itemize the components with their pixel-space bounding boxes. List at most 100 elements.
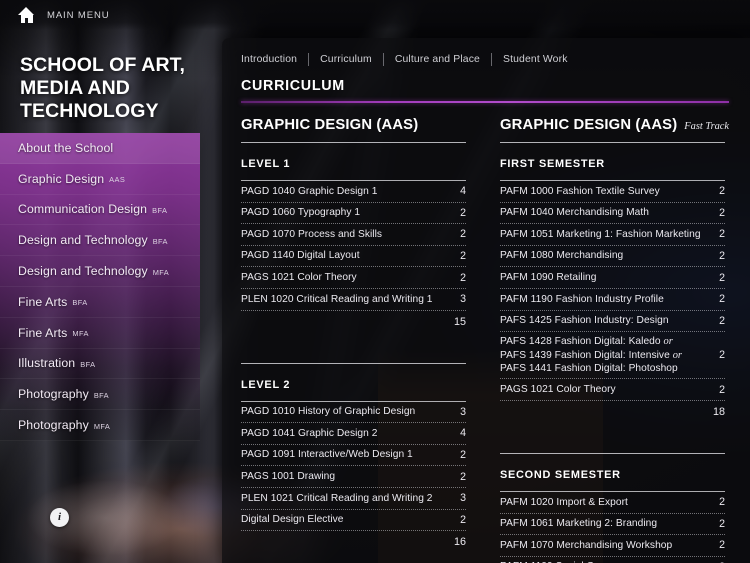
tab-culture-and-place[interactable]: Culture and Place: [384, 54, 491, 65]
course-name: PAGD 1010 History of Graphic Design: [241, 406, 416, 418]
column-subtitle: Fast Track: [684, 121, 730, 132]
course-name: PAFS 1428 Fashion Digital: Kaledo or PAFS…: [500, 336, 683, 374]
column-header: GRAPHIC DESIGN (AAS): [241, 117, 466, 133]
group-title: LEVEL 2: [241, 378, 291, 391]
sidebar: SCHOOL OF ART, MEDIA AND TECHNOLOGY Abou…: [0, 30, 222, 563]
sidebar-item-design-and-technology[interactable]: Design and Technology BFA: [0, 225, 200, 257]
course-name: PAFM 1040 Merchandising Math: [500, 207, 649, 219]
course-row: PAFM 1190 Fashion Industry Profile 2: [500, 289, 725, 311]
course-row: PAGS 1001 Drawing 2: [241, 466, 466, 488]
sidebar-item-photography[interactable]: Photography MFA: [0, 410, 200, 441]
course-credits: 2: [719, 517, 725, 530]
sidebar-item-label: About the School: [18, 140, 114, 155]
tab-student-work[interactable]: Student Work: [492, 54, 579, 65]
group-total-row: 18: [500, 401, 725, 421]
group-total: 15: [453, 315, 466, 328]
sidebar-item-graphic-design[interactable]: Graphic Design AAS: [0, 164, 200, 195]
course-credits: 2: [719, 206, 725, 219]
sidebar-nav-list: About the School Graphic Design AAS Communi…: [0, 133, 200, 441]
course-row: PAGD 1070 Process and Skills 2: [241, 224, 466, 246]
course-name: PAFS 1425 Fashion Industry: Design: [500, 315, 669, 327]
sidebar-item-degree: BFA: [152, 236, 168, 246]
main-menu-label[interactable]: MAIN MENU: [47, 10, 109, 21]
group-total-row: 16: [241, 531, 466, 551]
sidebar-item-degree: BFA: [93, 390, 110, 400]
accent-rule: [241, 101, 729, 103]
column-rule: [241, 142, 466, 143]
column-rule: [500, 142, 725, 143]
sidebar-item-degree: AAS: [109, 175, 126, 185]
sidebar-item-label: Fine Arts: [18, 294, 68, 309]
sidebar-item-label: Fine Arts: [18, 325, 68, 340]
course-credits: 4: [460, 427, 466, 440]
sidebar-item-design-and-technology[interactable]: Design and Technology MFA: [0, 256, 200, 287]
sidebar-item-fine-arts[interactable]: Fine Arts MFA: [0, 318, 200, 349]
sidebar-item-label: Photography: [18, 418, 89, 433]
course-name: PAFM 1080 Merchandising: [500, 250, 624, 262]
tab-curriculum[interactable]: Curriculum: [309, 54, 383, 65]
course-row: PAFM 1000 Fashion Textile Survey 2: [500, 181, 725, 203]
sidebar-item-about-the-school[interactable]: About the School: [0, 133, 200, 164]
course-credits: 2: [719, 228, 725, 241]
course-name: PAFM 1000 Fashion Textile Survey: [500, 185, 660, 197]
course-row: PAFM 1070 Merchandising Workshop 2: [500, 535, 725, 557]
course-credits: 4: [460, 185, 466, 198]
course-row: PAFM 1109 Social Commerce2: [500, 557, 725, 563]
course-name: PAFM 1020 Import & Export: [500, 496, 628, 508]
course-row: PAGD 1140 Digital Layout 2: [241, 246, 466, 268]
column-rule: [500, 452, 725, 454]
course-name: PAGD 1070 Process and Skills: [241, 228, 383, 240]
course-name: PAGD 1140 Digital Layout: [241, 250, 360, 262]
course-credits: 2: [719, 383, 725, 396]
course-row: PAGD 1091 Interactive/Web Design 1 2: [241, 445, 466, 467]
column-header: GRAPHIC DESIGN (AAS) Fast Track: [500, 117, 729, 133]
course-credits: 2: [460, 250, 466, 263]
sidebar-item-photography[interactable]: Photography BFA: [0, 379, 200, 411]
course-credits: 3: [460, 293, 466, 306]
course-name: PAFM 1190 Fashion Industry Profile: [500, 293, 664, 305]
sidebar-item-degree: BFA: [152, 205, 168, 215]
course-name: PLEN 1021 Critical Reading and Writing 2: [241, 492, 433, 504]
sidebar-item-degree: BFA: [80, 359, 96, 369]
course-name: PAGD 1091 Interactive/Web Design 1: [241, 449, 413, 461]
course-credits: 3: [460, 492, 466, 505]
group-title: FIRST SEMESTER: [500, 158, 605, 170]
course-credits: 2: [460, 271, 466, 284]
course-row: PAFM 1040 Merchandising Math 2: [500, 203, 725, 225]
sidebar-item-degree: MFA: [93, 421, 111, 431]
course-name: PAFM 1070 Merchandising Workshop: [500, 539, 673, 551]
course-credits: 2: [719, 271, 725, 284]
course-credits: 3: [460, 405, 466, 418]
group-total-row: 15: [241, 311, 466, 331]
course-name: PAFM 1061 Marketing 2: Branding: [500, 518, 658, 530]
sidebar-item-label: Communication Design: [18, 202, 148, 217]
sidebar-item-fine-arts[interactable]: Fine Arts BFA: [0, 287, 200, 318]
course-row: PLEN 1021 Critical Reading and Writing 2…: [241, 488, 466, 510]
group-title: SECOND SEMESTER: [500, 468, 621, 481]
tab-bar: Introduction Curriculum Culture and Place S…: [222, 38, 750, 66]
course-row: PAFM 1061 Marketing 2: Branding 2: [500, 514, 725, 536]
course-name: PAFM 1051 Marketing 1: Fashion Marketing: [500, 228, 701, 240]
course-row: PAGD 1010 History of Graphic Design 3: [241, 402, 466, 424]
column-title: GRAPHIC DESIGN (AAS): [241, 117, 419, 133]
column-rule: [241, 362, 466, 364]
tab-introduction[interactable]: Introduction: [241, 54, 308, 65]
course-credits: 2: [460, 513, 466, 526]
top-bar: MAIN MENU: [0, 0, 750, 30]
content-panel: Introduction Curriculum Culture and Place S…: [222, 38, 750, 563]
info-button[interactable]: i: [50, 508, 69, 527]
course-row: PAFS 1428 Fashion Digital: Kaledo or PAFS…: [500, 332, 725, 380]
course-row: PAFM 1020 Import & Export 2: [500, 492, 725, 514]
home-icon[interactable]: [18, 7, 35, 23]
column-title: GRAPHIC DESIGN (AAS): [500, 117, 678, 133]
course-name: PAGD 1041 Graphic Design 2: [241, 427, 378, 439]
info-icon: i: [57, 511, 62, 523]
sidebar-item-communication-design[interactable]: Communication Design BFA: [0, 195, 200, 226]
sidebar-item-illustration[interactable]: Illustration BFA: [0, 349, 200, 380]
course-credits: 2: [460, 449, 466, 462]
course-credits: 2: [719, 314, 725, 327]
course-row: PAFM 1090 Retailing 2: [500, 267, 725, 289]
app-root: MAIN MENU SCHOOL OF ART, MEDIA AND TECHN…: [0, 0, 750, 563]
course-row: Digital Design Elective 2: [241, 510, 466, 532]
